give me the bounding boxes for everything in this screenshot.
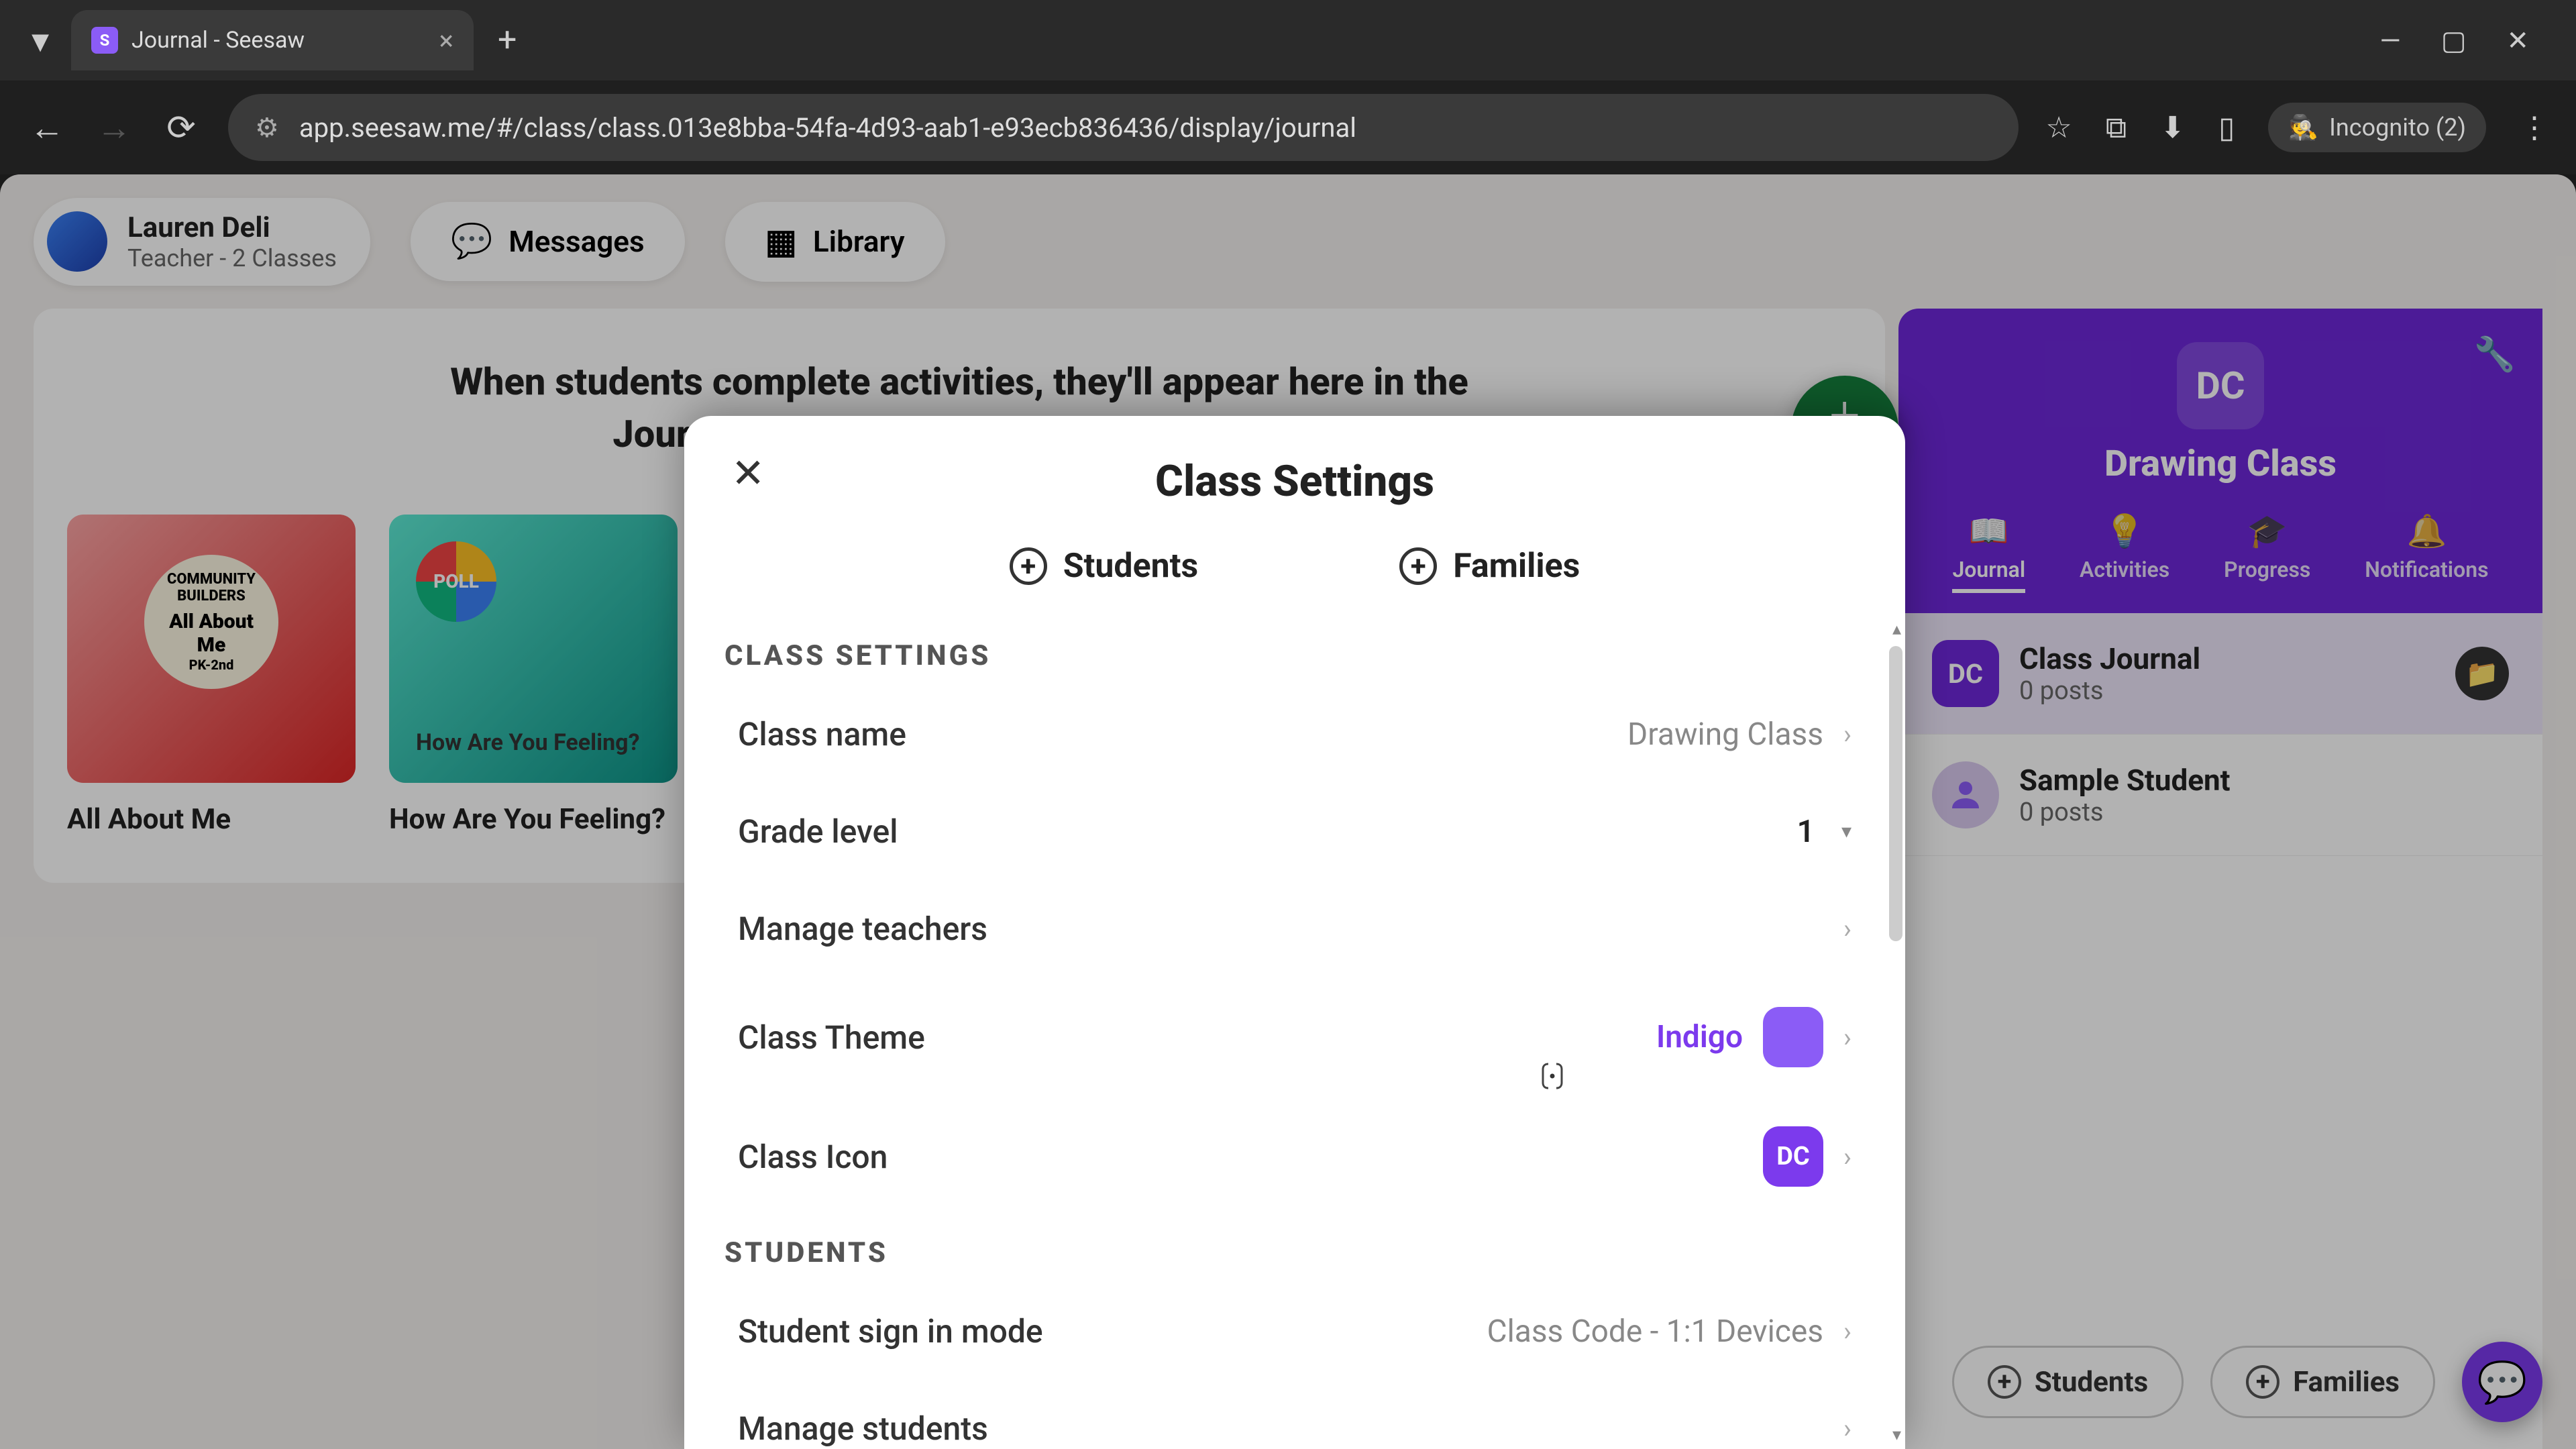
download-icon[interactable]: ⬇	[2160, 110, 2185, 145]
close-modal-icon[interactable]: ✕	[731, 449, 765, 497]
browser-chrome: ▾ S Journal - Seesaw × + — ▢ ✕ ← → ⟳ ⚙ a…	[0, 0, 2576, 174]
modal-tab-families[interactable]: + Families	[1399, 547, 1580, 586]
new-tab-button[interactable]: +	[484, 21, 530, 60]
page-viewport: Lauren Deli Teacher - 2 Classes 💬 Messag…	[0, 174, 2576, 1449]
row-manage-students[interactable]: Manage students ›	[724, 1380, 1865, 1449]
chevron-right-icon: ›	[1843, 1022, 1851, 1053]
reader-icon[interactable]: ▯	[2218, 110, 2235, 145]
incognito-label: Incognito (2)	[2329, 113, 2466, 142]
class-settings-modal: ✕ Class Settings + Students + Families ▴…	[684, 416, 1905, 1449]
modal-title: Class Settings	[684, 416, 1905, 533]
chevron-right-icon: ›	[1843, 1316, 1851, 1347]
modal-body[interactable]: ▴ ▾ CLASS SETTINGS Class name Drawing Cl…	[684, 619, 1905, 1449]
reload-icon[interactable]: ⟳	[161, 107, 201, 148]
plus-circle-icon: +	[1010, 547, 1047, 585]
cursor-icon	[1536, 1060, 1568, 1099]
chevron-right-icon: ›	[1843, 1413, 1851, 1444]
tab-title: Journal - Seesaw	[131, 27, 305, 54]
menu-dots-icon[interactable]: ⋮	[2520, 110, 2549, 145]
forward-icon: →	[94, 107, 134, 148]
class-icon-swatch: DC	[1763, 1126, 1823, 1187]
section-header: STUDENTS	[724, 1236, 1865, 1269]
modal-tabs: + Students + Families	[684, 533, 1905, 619]
bookmark-star-icon[interactable]: ☆	[2045, 110, 2072, 145]
maximize-icon[interactable]: ▢	[2441, 25, 2467, 56]
plus-circle-icon: +	[1399, 547, 1437, 585]
url-text: app.seesaw.me/#/class/class.013e8bba-54f…	[299, 112, 1356, 144]
extensions-icon[interactable]: ⧉	[2106, 110, 2127, 145]
tab-list-chevron-icon[interactable]: ▾	[20, 20, 60, 61]
browser-tab[interactable]: S Journal - Seesaw ×	[71, 10, 474, 70]
section-header: CLASS SETTINGS	[724, 639, 1865, 672]
site-settings-icon[interactable]: ⚙	[255, 112, 279, 144]
modal-tab-students[interactable]: + Students	[1010, 547, 1199, 586]
window-controls: — ▢ ✕	[2379, 25, 2556, 56]
scroll-down-icon[interactable]: ▾	[1892, 1425, 1901, 1445]
url-field[interactable]: ⚙ app.seesaw.me/#/class/class.013e8bba-5…	[228, 94, 2019, 161]
chevron-right-icon: ›	[1843, 913, 1851, 945]
address-bar: ← → ⟳ ⚙ app.seesaw.me/#/class/class.013e…	[0, 80, 2576, 174]
incognito-icon: 🕵	[2288, 113, 2318, 142]
close-window-icon[interactable]: ✕	[2506, 25, 2529, 56]
row-class-theme[interactable]: Class Theme Indigo ›	[724, 977, 1865, 1097]
caret-down-icon: ▾	[1841, 820, 1851, 843]
row-class-icon[interactable]: Class Icon DC ›	[724, 1097, 1865, 1216]
row-manage-teachers[interactable]: Manage teachers ›	[724, 880, 1865, 977]
row-class-name[interactable]: Class name Drawing Class ›	[724, 686, 1865, 783]
row-signin-mode[interactable]: Student sign in mode Class Code - 1:1 De…	[724, 1283, 1865, 1380]
row-grade-level[interactable]: Grade level 1 ▾	[724, 783, 1865, 880]
scroll-up-icon[interactable]: ▴	[1892, 619, 1901, 639]
incognito-indicator[interactable]: 🕵 Incognito (2)	[2268, 103, 2486, 152]
chevron-right-icon: ›	[1843, 1141, 1851, 1173]
chevron-right-icon: ›	[1843, 718, 1851, 750]
scrollbar-thumb[interactable]	[1889, 646, 1902, 941]
theme-swatch	[1763, 1007, 1823, 1067]
tab-bar: ▾ S Journal - Seesaw × + — ▢ ✕	[0, 0, 2576, 80]
minimize-icon[interactable]: —	[2379, 25, 2400, 56]
seesaw-favicon-icon: S	[91, 27, 118, 54]
back-icon[interactable]: ←	[27, 107, 67, 148]
close-tab-icon[interactable]: ×	[439, 25, 453, 56]
